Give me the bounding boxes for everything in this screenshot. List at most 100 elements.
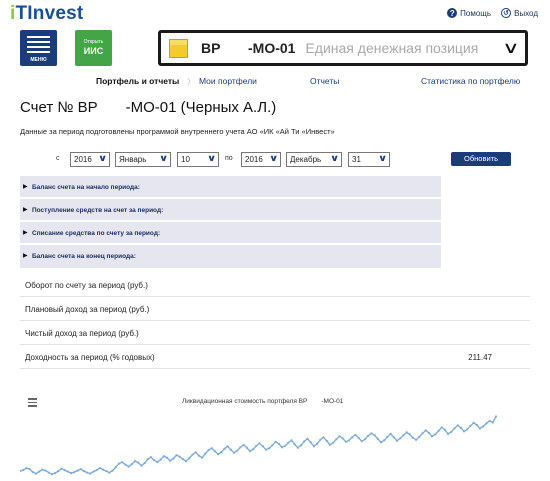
data-point — [443, 428, 446, 431]
data-point — [242, 443, 245, 446]
data-point — [201, 456, 204, 459]
expand-arrow-icon: ▶ — [23, 207, 28, 213]
balance-row-income[interactable]: ▶ Поступление средств на счет за период: — [20, 199, 441, 221]
data-point — [421, 432, 424, 435]
data-point — [261, 445, 264, 448]
update-button[interactable]: Обновить — [451, 152, 511, 166]
tab-reports[interactable]: Отчеты — [310, 76, 339, 86]
account-code-suffix: -MO-01 — [248, 40, 296, 56]
data-point — [354, 433, 357, 436]
data-point — [264, 448, 268, 451]
data-point — [475, 423, 478, 426]
help-link[interactable]: ? Помощь — [447, 8, 491, 18]
expand-arrow-icon: ▶ — [23, 253, 28, 259]
data-point — [44, 469, 47, 472]
balance-row-start[interactable]: ▶ Баланс счета на начало периода: — [20, 176, 441, 198]
open-iis-button[interactable]: Открыть ИИС — [75, 30, 112, 66]
data-point — [268, 447, 271, 450]
row-label: Доходность за период (% годовых) — [25, 353, 155, 362]
itinvest-logo[interactable]: iTInvest — [10, 3, 83, 25]
balance-row-writeoff[interactable]: ▶ Списание средства по счету за период: — [20, 222, 441, 244]
menu-label: МЕНЮ — [30, 57, 47, 63]
data-point — [70, 472, 73, 475]
row-value: 211.47 — [468, 353, 492, 362]
data-point — [402, 434, 405, 437]
tab-my-portfolios[interactable]: Мои портфели — [199, 76, 257, 86]
balance-row-label: Баланс счета на начало периода: — [32, 184, 140, 191]
data-point — [277, 442, 280, 445]
exit-link[interactable]: ↺ Выход — [501, 8, 538, 18]
open-iis-line2: ИИС — [83, 46, 104, 56]
balance-row-label: Баланс счета на конец периода: — [32, 253, 136, 260]
data-point — [424, 429, 427, 432]
data-point — [488, 419, 491, 422]
data-point — [274, 440, 277, 443]
title-suffix: -MO-01 (Черных А.Л.) — [125, 99, 277, 116]
data-point — [66, 470, 69, 473]
data-point — [114, 466, 117, 469]
data-point — [102, 468, 105, 471]
from-day-value: 10 — [181, 155, 190, 164]
to-year-select[interactable]: 2016 ∨ — [241, 152, 281, 167]
data-point — [153, 459, 156, 462]
data-point — [143, 462, 146, 465]
data-point — [306, 437, 309, 440]
chevron-down-icon: ∨ — [502, 40, 520, 57]
logo-text: TInvest — [15, 3, 84, 24]
data-point — [82, 470, 85, 473]
chevron-down-icon: ∨ — [329, 153, 340, 163]
from-month-value: Январь — [119, 155, 147, 164]
data-point — [392, 436, 395, 439]
data-point — [316, 442, 319, 445]
menu-button[interactable]: МЕНЮ — [20, 30, 57, 66]
data-point — [239, 446, 242, 449]
to-day-select[interactable]: 31 ∨ — [348, 152, 390, 167]
data-point — [328, 443, 331, 446]
data-point — [466, 428, 469, 431]
to-month-select[interactable]: Декабрь ∨ — [286, 152, 342, 167]
data-point — [146, 458, 149, 461]
data-point — [95, 469, 98, 472]
data-point — [191, 453, 194, 456]
data-point — [472, 421, 475, 424]
hamburger-icon — [27, 36, 50, 56]
expand-arrow-icon: ▶ — [23, 184, 28, 190]
breadcrumb-separator-icon: 〉 — [187, 77, 196, 87]
date-filter: с 2016 ∨ Январь ∨ 10 ∨ по 2016 ∨ Декабрь ∨ 31… — [0, 152, 550, 168]
data-point — [360, 440, 363, 443]
account-code-prefix: BP — [201, 40, 221, 56]
data-point — [347, 439, 351, 442]
from-year-select[interactable]: 2016 ∨ — [70, 152, 110, 167]
chart-plot — [20, 415, 498, 476]
data-point — [217, 453, 220, 456]
tab-portfolio-stats[interactable]: Статистика по портфелю — [421, 76, 520, 86]
data-point — [194, 451, 197, 454]
data-point — [386, 435, 389, 438]
data-point — [111, 469, 114, 472]
data-point — [383, 439, 386, 442]
data-point — [79, 468, 82, 471]
data-point — [351, 436, 354, 439]
from-day-select[interactable]: 10 ∨ — [177, 152, 219, 167]
table-row: Доходность за период (% годовых) 211.47 — [20, 345, 530, 369]
data-point — [226, 445, 229, 448]
data-point — [76, 469, 79, 472]
data-point — [159, 458, 162, 461]
data-point — [363, 438, 367, 441]
data-point — [389, 432, 392, 435]
table-row: Оборот по счету за период (руб.) — [20, 273, 530, 297]
data-point — [165, 456, 169, 459]
data-point — [121, 461, 124, 464]
account-selector[interactable]: BP -MO-01 Единая денежная позиция ∨ — [158, 30, 528, 66]
data-point — [440, 426, 443, 429]
data-point — [344, 440, 347, 443]
data-point — [133, 460, 137, 463]
data-point — [395, 439, 399, 442]
data-point — [287, 441, 290, 444]
data-point — [63, 469, 66, 472]
from-month-select[interactable]: Январь ∨ — [115, 152, 171, 167]
data-point — [338, 435, 341, 438]
balance-row-end[interactable]: ▶ Баланс счета на конец периода: — [20, 245, 441, 269]
tab-portfolio-reports[interactable]: Портфель и отчеты — [96, 76, 179, 86]
data-point — [491, 421, 494, 424]
